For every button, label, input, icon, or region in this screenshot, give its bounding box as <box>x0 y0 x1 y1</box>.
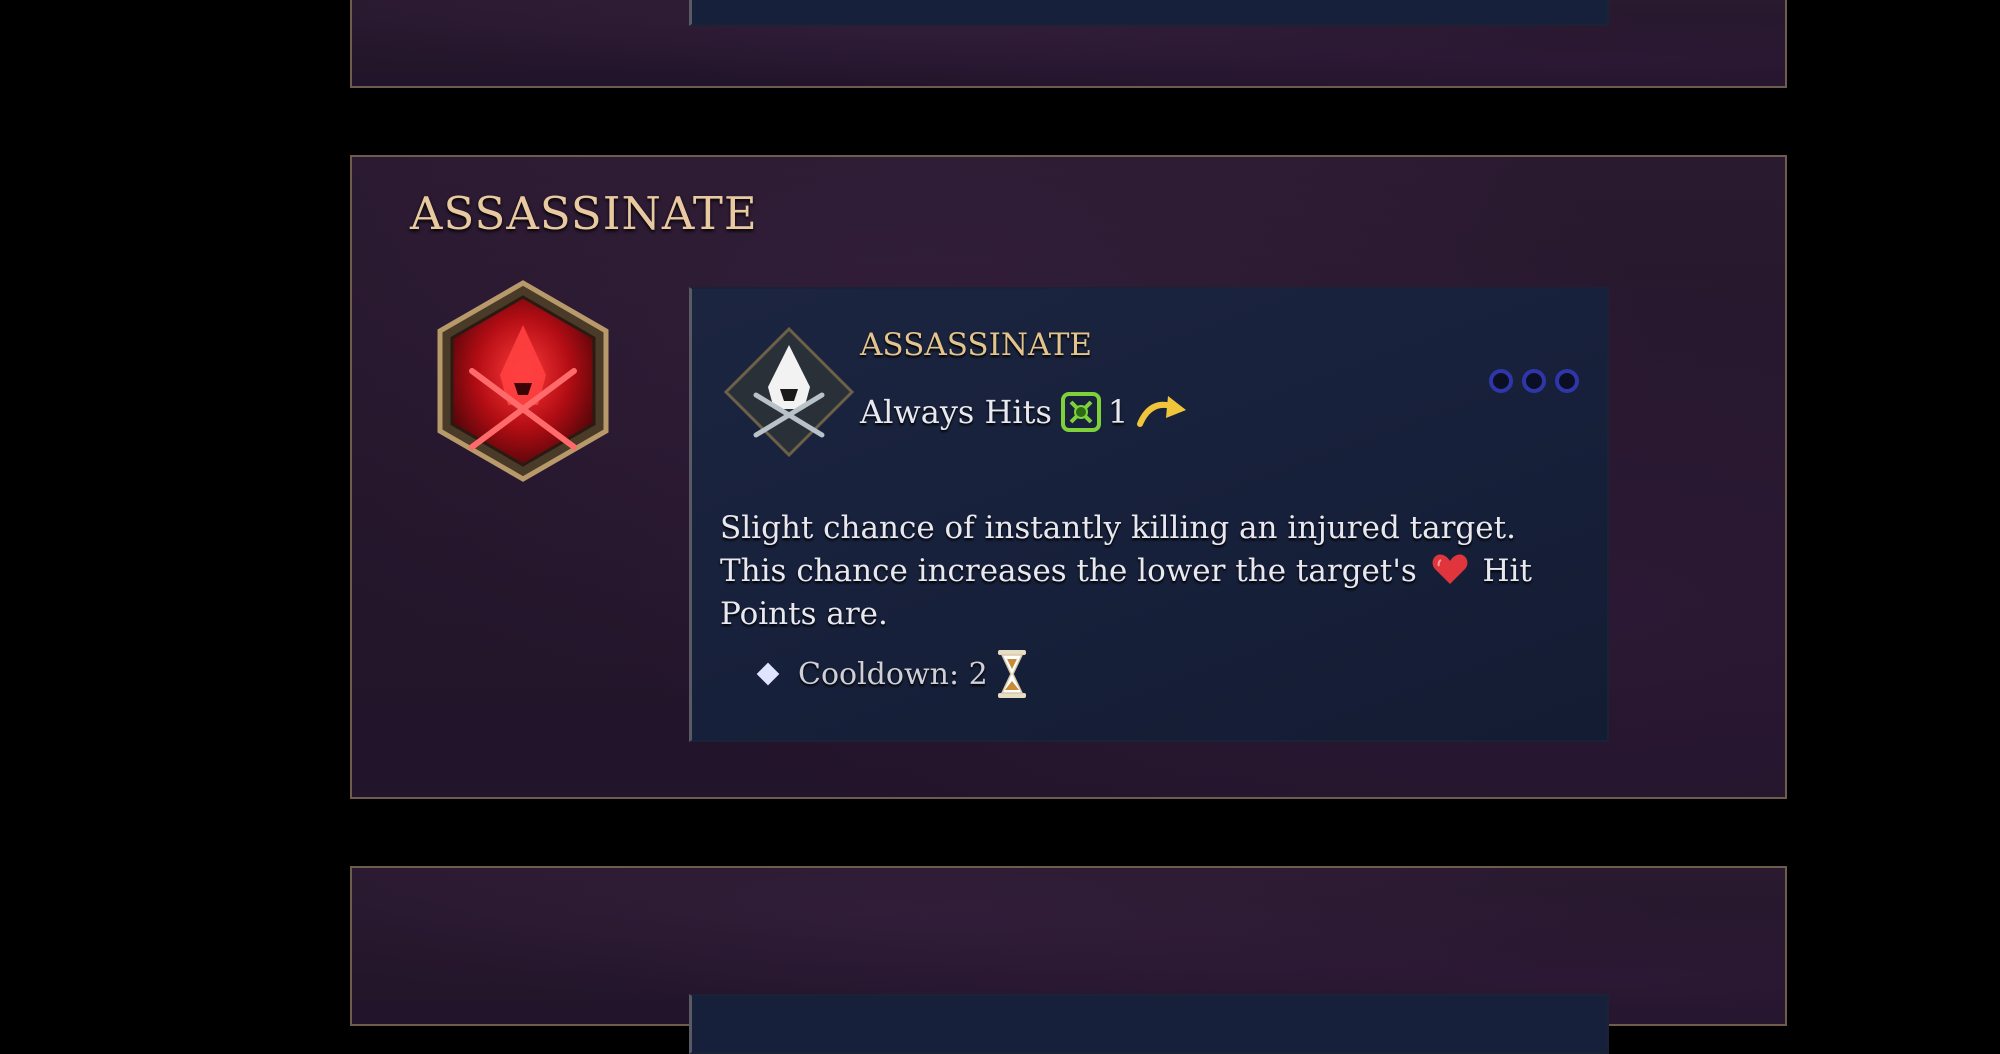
heart-icon <box>1432 554 1468 584</box>
ability-tooltip-card: ASSASSINATE Always Hits 1 Slight chance … <box>689 287 1609 742</box>
tooltip-ability-name: ASSASSINATE <box>860 327 1093 363</box>
ability-panel-next <box>350 866 1787 1054</box>
action-pips <box>1489 369 1579 393</box>
hourglass-icon <box>997 650 1026 698</box>
hit-info-row: Always Hits 1 <box>860 389 1188 435</box>
range-value: 1 <box>1107 393 1129 431</box>
hooded-assassin-crossed-blades-icon <box>437 280 609 482</box>
ability-panel-previous <box>350 0 1787 88</box>
cooldown-row: Cooldown: 2 <box>756 649 1028 699</box>
empty-pip <box>1555 369 1579 393</box>
ability-panel-assassinate: ASSASSINATE ASSASSINATE Always Hits 1 Sl… <box>350 155 1787 799</box>
target-crosshair-icon <box>1060 392 1101 432</box>
ability-section-title: ASSASSINATE <box>410 187 758 240</box>
description-text-1: Slight chance of instantly killing an in… <box>720 510 1516 589</box>
curved-arrow-icon <box>1137 396 1187 427</box>
tooltip-card-previous <box>689 0 1609 26</box>
empty-pip <box>1522 369 1546 393</box>
empty-pip <box>1489 369 1513 393</box>
tooltip-card-next <box>689 994 1609 1054</box>
ability-description: Slight chance of instantly killing an in… <box>720 507 1580 636</box>
hit-label: Always Hits <box>860 393 1052 431</box>
hooded-assassin-emblem-icon <box>723 326 855 458</box>
bullet-diamond-icon <box>756 662 780 686</box>
cooldown-label: Cooldown: 2 <box>798 656 988 692</box>
